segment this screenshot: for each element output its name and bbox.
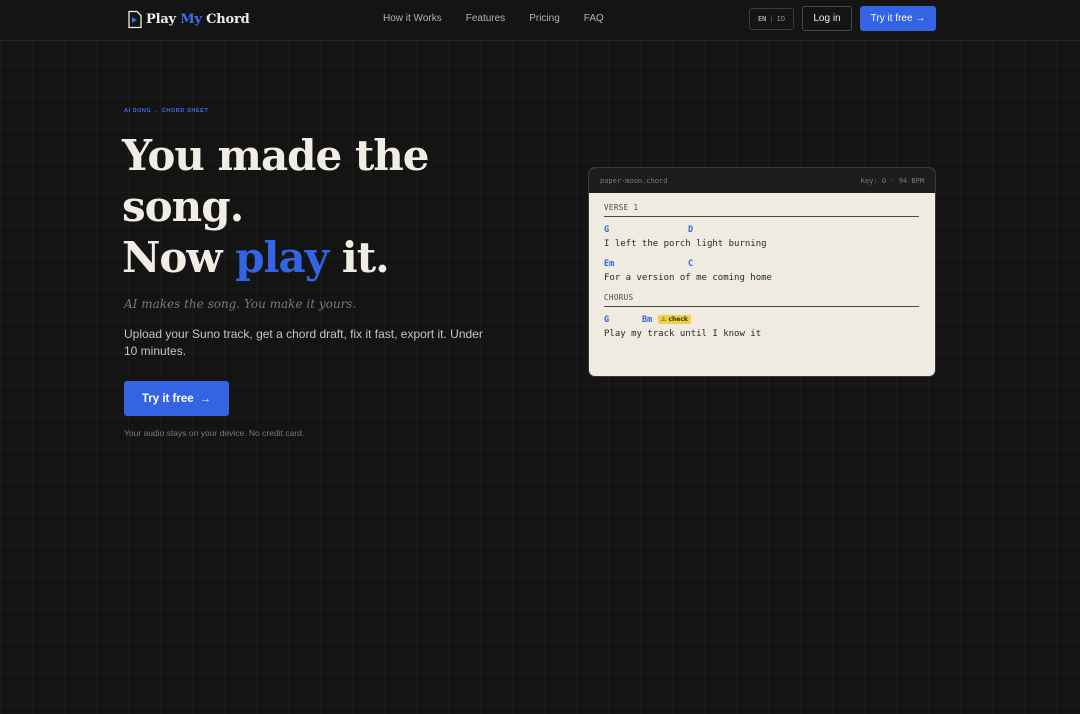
chord-line: G Bm ⚠ check	[604, 315, 919, 326]
section-label-chorus: CHORUS	[604, 293, 919, 307]
hero-description: Upload your Suno track, get a chord draf…	[124, 327, 483, 358]
section-label-verse: VERSE 1	[604, 203, 919, 217]
language-toggle[interactable]: EN | ID	[749, 8, 794, 30]
card-header: paper-moon.chord Key: G · 94 BPM	[589, 168, 935, 193]
try-free-cta-button[interactable]: Try it free →	[124, 381, 229, 416]
headline-line-3: Now play it.	[122, 233, 390, 282]
chord[interactable]: Em	[604, 259, 614, 269]
lang-separator: |	[769, 15, 774, 23]
hero-tagline: AI makes the song. You make it yours.	[124, 297, 357, 311]
hero-headline: You made the song. Now play it.	[122, 130, 542, 283]
check-warning-badge[interactable]: ⚠ check	[658, 315, 691, 324]
logo-text: Play My Chord	[146, 11, 250, 27]
headline-accent: play	[235, 233, 329, 282]
headline-line-1: You made the	[122, 131, 430, 180]
chord-sheet-preview: paper-moon.chord Key: G · 94 BPM VERSE 1…	[588, 167, 936, 377]
chord[interactable]: D	[688, 225, 693, 235]
lang-active[interactable]: EN	[758, 15, 766, 23]
nav-link-faq[interactable]: FAQ	[584, 13, 604, 24]
privacy-note: Your audio stays on your device. No cred…	[124, 428, 305, 438]
cta-label: Try it free	[141, 392, 194, 405]
chord-line: G D	[604, 225, 919, 236]
card-filename: paper-moon.chord	[600, 176, 668, 185]
nav-links: How it Works Features Pricing FAQ	[383, 13, 628, 24]
chord[interactable]: G	[604, 315, 609, 325]
card-body: VERSE 1 G D I left the porch light burni…	[589, 193, 935, 339]
chord-line: Em C	[604, 259, 919, 270]
top-nav: Play My Chord How it Works Features Pric…	[0, 0, 1080, 41]
lang-other[interactable]: ID	[777, 15, 785, 23]
eyebrow-label: AI SONG → CHORD SHEET	[124, 108, 209, 114]
lyric-line: For a version of me coming home	[604, 273, 772, 283]
arrow-right-icon: →	[199, 392, 212, 405]
chord[interactable]: Bm	[642, 315, 652, 325]
card-meta: Key: G · 94 BPM	[860, 176, 924, 185]
chord[interactable]: G	[604, 225, 609, 235]
try-free-nav-button[interactable]: Try it free →	[860, 6, 936, 31]
headline-line-2: song.	[122, 182, 244, 231]
music-file-icon	[128, 10, 142, 28]
chord[interactable]: C	[688, 259, 693, 269]
nav-link-how-it-works[interactable]: How it Works	[383, 13, 442, 24]
logo[interactable]: Play My Chord	[127, 9, 250, 29]
lyric-line: I left the porch light burning	[604, 239, 767, 249]
login-button[interactable]: Log in	[802, 6, 852, 31]
lyric-line: Play my track until I know it	[604, 329, 762, 339]
nav-link-features[interactable]: Features	[466, 13, 505, 24]
nav-link-pricing[interactable]: Pricing	[529, 13, 560, 24]
